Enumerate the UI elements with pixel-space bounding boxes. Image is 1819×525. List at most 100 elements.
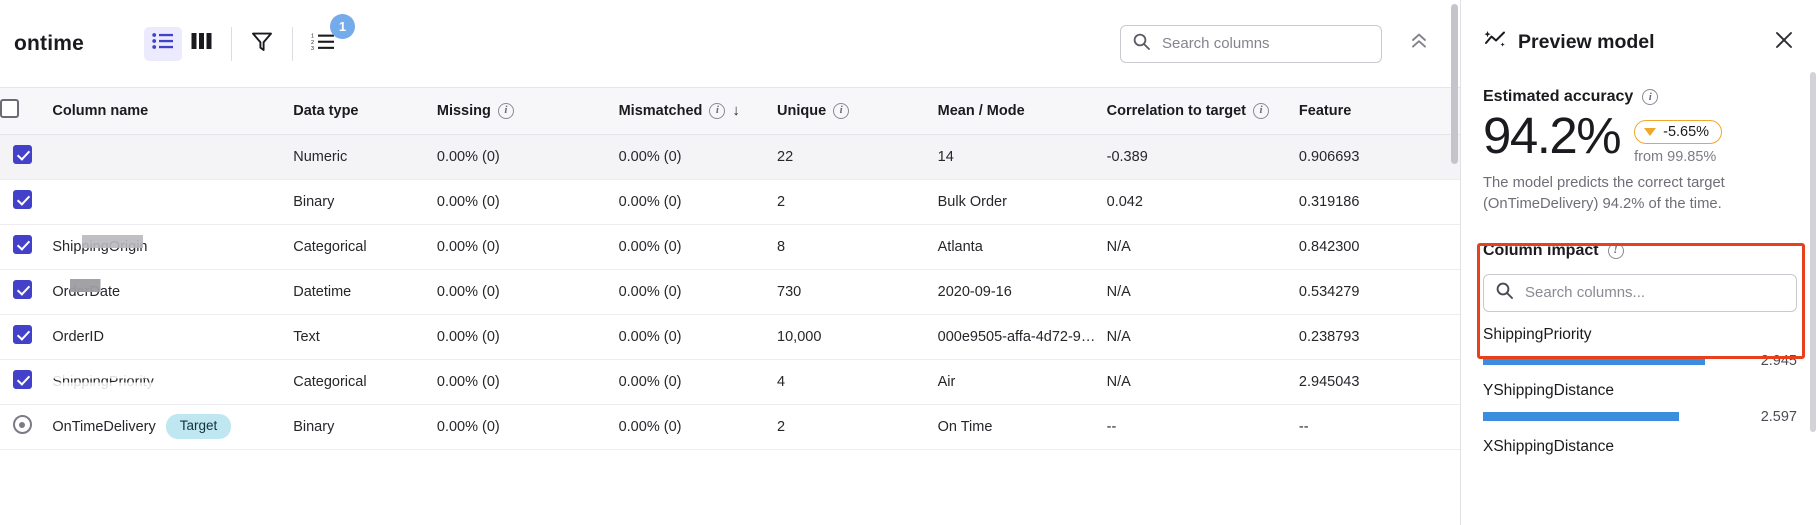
row-select-cell[interactable] [0, 404, 45, 450]
column-name-label: ShippingOrigin [48, 234, 152, 255]
column-impact-bar-row: 2.597 [1483, 409, 1797, 425]
columns-view-button[interactable] [182, 27, 220, 61]
cell-mean-mode: 14 [929, 134, 1099, 180]
columns-table: Column name Data type Missing i Mismatch… [0, 88, 1460, 450]
impact-search-box[interactable] [1483, 273, 1797, 312]
header-missing-label: Missing [436, 102, 491, 119]
row-checkbox[interactable] [12, 145, 32, 164]
row-select-cell[interactable] [0, 179, 45, 225]
cell-column-name: OrderDate [44, 269, 286, 315]
preview-model-panel: Preview model Estimated accuracy i 94.2%… [1460, 0, 1819, 525]
header-missing[interactable]: Missing i [428, 88, 611, 135]
column-impact-value: 2.945 [1760, 352, 1797, 369]
accuracy-delta-value: -5.65% [1663, 124, 1710, 140]
svg-text:2: 2 [311, 40, 314, 46]
target-column-icon[interactable] [12, 415, 32, 434]
column-impact-item[interactable]: XShippingDistance [1483, 434, 1797, 465]
cell-column-name: ShippingPriority [44, 359, 286, 405]
app-root: ontime 1 2 3 1 Search columns Column nam… [0, 0, 1819, 525]
row-select-cell[interactable] [0, 134, 45, 180]
header-feature[interactable]: Feature [1290, 88, 1460, 135]
filter-icon [252, 32, 272, 56]
table-row[interactable]: Binary 0.00% (0) 0.00% (0) 2 Bulk Order 0.042… [0, 179, 1460, 225]
cell-unique: 2 [769, 404, 930, 450]
cell-mismatched: 0.00% (0) [610, 404, 770, 450]
table-row[interactable]: ShippingPriority Categorical 0.00% (0) 0.00… [0, 359, 1460, 405]
info-icon[interactable]: i [833, 102, 850, 119]
column-impact-name: XShippingDistance [1483, 437, 1614, 455]
cell-mismatched: 0.00% (0) [610, 314, 770, 360]
cell-data-type: Binary [285, 404, 429, 450]
toolbar-divider-1 [231, 26, 233, 61]
row-checkbox[interactable] [12, 280, 32, 299]
status-badge: Target [165, 414, 232, 439]
select-all-checkbox[interactable] [0, 99, 19, 119]
header-mismatched[interactable]: Mismatched i ↓ [610, 88, 770, 135]
cell-unique: 8 [769, 224, 930, 270]
header-unique[interactable]: Unique i [769, 88, 930, 135]
info-icon[interactable]: i [709, 102, 726, 119]
cell-mean-mode: Air [929, 359, 1099, 405]
accuracy-baseline: from 99.85% [1634, 149, 1717, 165]
panel-scrollbar[interactable] [1810, 72, 1816, 432]
warning-info-icon[interactable]: ! [1607, 242, 1624, 259]
table-row[interactable]: ShippingOrigin Categorical 0.00% (0) 0.00% … [0, 224, 1460, 270]
table-row[interactable]: Numeric 0.00% (0) 0.00% (0) 22 14 -0.389 0.906… [0, 134, 1460, 180]
view-toggle-group: 1 2 3 1 [144, 13, 356, 61]
row-checkbox[interactable] [12, 370, 32, 389]
header-mean-mode[interactable]: Mean / Mode [929, 88, 1099, 135]
header-mean-mode-label: Mean / Mode [937, 102, 1025, 119]
row-select-cell[interactable] [0, 224, 45, 270]
row-checkbox[interactable] [12, 235, 32, 254]
cell-mismatched: 0.00% (0) [610, 224, 770, 270]
row-checkbox[interactable] [12, 325, 32, 344]
row-select-cell[interactable] [0, 314, 45, 360]
cell-mean-mode: 2020-09-16 [929, 269, 1099, 315]
cell-correlation: 0.042 [1098, 179, 1291, 225]
info-icon[interactable]: i [1642, 89, 1659, 105]
cell-missing: 0.00% (0) [428, 179, 611, 225]
cell-data-type: Numeric [285, 134, 429, 180]
cell-column-name: OnTimeDelivery Target [44, 404, 286, 450]
table-toolbar: ontime 1 2 3 1 Search columns [0, 0, 1460, 88]
row-checkbox[interactable] [12, 190, 32, 209]
header-data-type[interactable]: Data type [285, 88, 429, 135]
list-view-button[interactable] [144, 26, 183, 61]
toolbar-right-group [1120, 24, 1434, 63]
column-name-label: OrderDate [48, 278, 122, 300]
cell-correlation: -0.389 [1098, 134, 1291, 180]
info-icon[interactable]: i [497, 102, 514, 119]
sort-descending-icon[interactable]: ↓ [732, 103, 740, 118]
cell-feature: 0.906693 [1290, 134, 1460, 180]
search-columns-box[interactable] [1120, 24, 1382, 63]
header-correlation[interactable]: Correlation to target i [1098, 88, 1291, 135]
collapse-panel-button[interactable] [1404, 29, 1434, 59]
filter-button[interactable] [243, 27, 281, 61]
panel-header: Preview model [1483, 0, 1797, 84]
column-name-label: ShippingPriority [48, 371, 158, 390]
cell-correlation: -- [1098, 404, 1291, 450]
close-panel-button[interactable] [1771, 29, 1797, 55]
column-impact-name: YShippingDistance [1483, 381, 1614, 399]
table-row[interactable]: OrderID Text 0.00% (0) 0.00% (0) 10,000 000e9… [0, 314, 1460, 360]
impact-search-input[interactable] [1523, 283, 1784, 303]
filter-badge-count: 1 [330, 13, 356, 39]
header-select-all[interactable] [0, 88, 45, 135]
ordered-list-button[interactable]: 1 2 3 1 [304, 13, 356, 61]
main-scrollbar[interactable] [1451, 4, 1458, 164]
info-icon[interactable]: i [1253, 102, 1270, 119]
column-impact-item[interactable]: ShippingPriority 2.945 [1483, 322, 1797, 378]
cell-feature: 0.319186 [1290, 179, 1460, 225]
cell-mean-mode: 000e9505-affa-4d72-9… [929, 314, 1099, 360]
column-impact-list: ShippingPriority 2.945 YShippingDistance 2.… [1483, 322, 1797, 465]
search-columns-input[interactable] [1160, 34, 1369, 53]
column-impact-item[interactable]: YShippingDistance 2.597 [1483, 378, 1797, 434]
table-row[interactable]: OnTimeDelivery Target Binary 0.00% (0) 0.00%… [0, 404, 1460, 450]
row-select-cell[interactable] [0, 359, 45, 405]
cell-correlation: N/A [1098, 359, 1291, 405]
row-select-cell[interactable] [0, 269, 45, 315]
header-column-name[interactable]: Column name [44, 88, 286, 135]
estimated-accuracy-section-title: Estimated accuracy i [1483, 88, 1797, 106]
table-row[interactable]: OrderDate Datetime 0.00% (0) 0.00% (0) 730 20… [0, 269, 1460, 315]
cell-unique: 730 [769, 269, 930, 315]
